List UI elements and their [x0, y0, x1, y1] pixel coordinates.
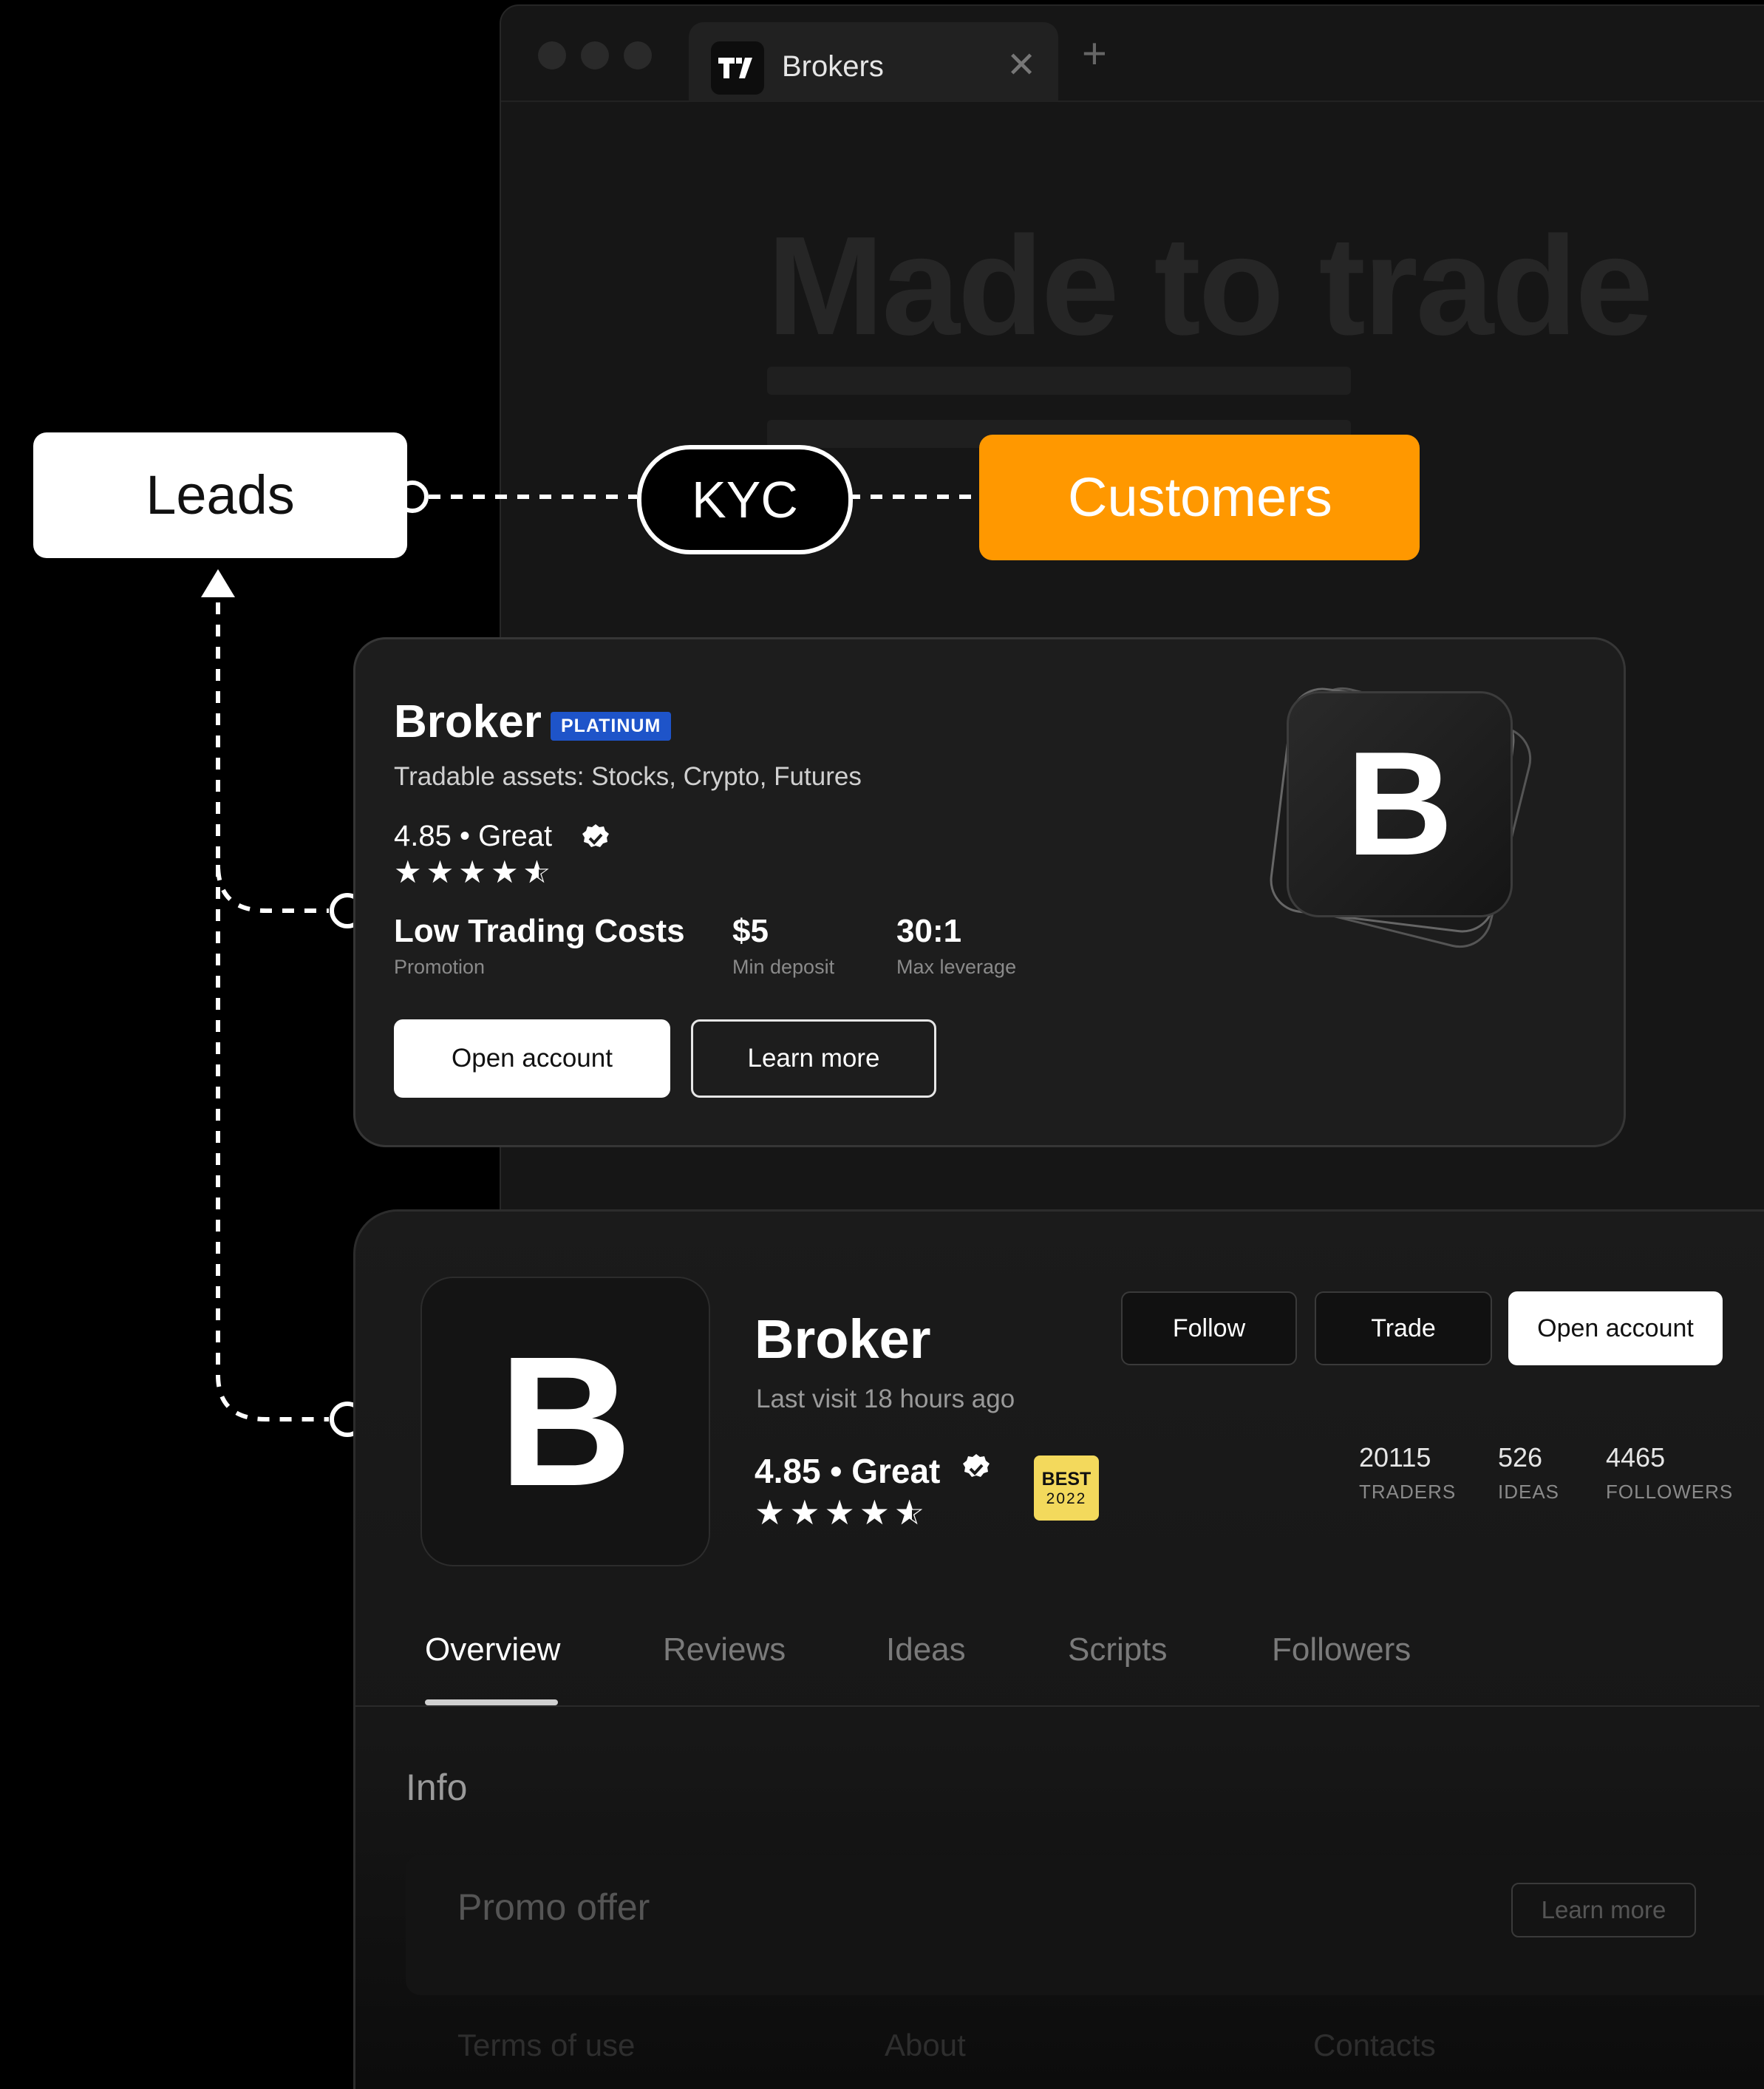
ideas-count: 526 — [1498, 1442, 1543, 1473]
profile-lead-connector — [216, 865, 329, 1421]
broker-logo: B — [1287, 691, 1513, 917]
last-visit: Last visit 18 hours ago — [756, 1385, 1015, 1413]
kyc-pill: KYC — [637, 445, 853, 554]
traders-count: 20115 — [1359, 1442, 1431, 1473]
tab-divider — [355, 1705, 1760, 1707]
rating-text: 4.85 • Great — [394, 820, 553, 852]
footer-link-terms[interactable]: Terms of use — [457, 2028, 635, 2063]
min-deposit-value: $5 — [732, 913, 769, 949]
verified-icon — [963, 1454, 990, 1477]
followers-count: 4465 — [1606, 1442, 1666, 1473]
followers-label: FOLLOWERS — [1606, 1481, 1734, 1503]
award-line-2: 2022 — [1046, 1490, 1087, 1507]
open-account-button[interactable]: Open account — [1508, 1291, 1723, 1365]
footer-link-about[interactable]: About — [885, 2028, 966, 2063]
min-deposit-label: Min deposit — [732, 956, 835, 978]
trade-button[interactable]: Trade — [1315, 1291, 1492, 1365]
footer-link-contacts[interactable]: Contacts — [1313, 2028, 1436, 2063]
half-star-icon: ☆★ — [522, 855, 556, 889]
open-account-button[interactable]: Open account — [394, 1019, 670, 1098]
tab-reviews[interactable]: Reviews — [663, 1631, 786, 1668]
broker-logo: B — [420, 1277, 710, 1566]
tab-followers[interactable]: Followers — [1272, 1631, 1411, 1668]
max-leverage-label: Max leverage — [896, 956, 1017, 978]
tab-ideas[interactable]: Ideas — [886, 1631, 966, 1668]
award-line-1: BEST — [1041, 1469, 1092, 1490]
tab-overview[interactable]: Overview — [425, 1631, 560, 1668]
verified-icon — [582, 824, 609, 847]
info-heading: Info — [406, 1767, 468, 1808]
active-tab-indicator — [425, 1699, 558, 1705]
broker-profile-panel: B Broker Last visit 18 hours ago 4.85 • … — [353, 1209, 1764, 2089]
broker-name: Broker — [755, 1308, 931, 1370]
promotion-label: Promotion — [394, 956, 486, 978]
broker-card: Broker PLATINUM Tradable assets: Stocks,… — [353, 637, 1626, 1147]
star-rating: ★★★★☆★ — [394, 855, 556, 889]
tab-scripts[interactable]: Scripts — [1068, 1631, 1167, 1668]
platinum-badge: PLATINUM — [551, 712, 672, 741]
half-star-icon: ☆★ — [893, 1493, 930, 1532]
leads-box: Leads — [33, 432, 407, 558]
promotion-value: Low Trading Costs — [394, 913, 685, 949]
follow-button[interactable]: Follow — [1121, 1291, 1297, 1365]
best-2022-award-badge: BEST 2022 — [1034, 1455, 1099, 1521]
learn-more-button[interactable]: Learn more — [691, 1019, 936, 1098]
star-rating: ★★★★☆★ — [755, 1493, 930, 1532]
promo-offer-title: Promo offer — [457, 1886, 650, 1928]
traders-label: TRADERS — [1359, 1481, 1457, 1503]
customers-box: Customers — [979, 435, 1420, 560]
broker-name: Broker — [394, 696, 542, 747]
ideas-label: IDEAS — [1498, 1481, 1560, 1503]
promo-offer-card: Promo offer Learn more — [406, 1855, 1764, 1995]
tradable-assets: Tradable assets: Stocks, Crypto, Futures — [394, 762, 862, 791]
max-leverage-value: 30:1 — [896, 913, 962, 949]
promo-learn-more-button[interactable]: Learn more — [1511, 1883, 1696, 1937]
rating-text: 4.85 • Great — [755, 1452, 941, 1490]
arrow-up-icon — [201, 569, 235, 597]
card-lead-connector — [216, 602, 329, 913]
